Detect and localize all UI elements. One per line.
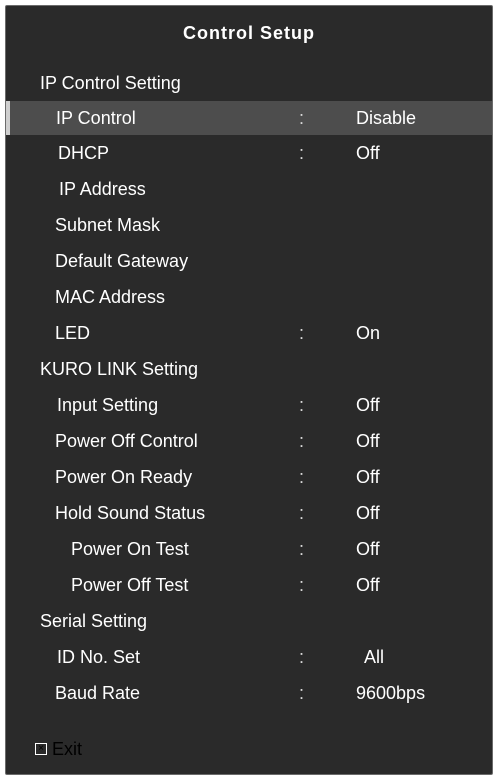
menu-item-power-on-test[interactable]: Power On Test : Off — [6, 532, 492, 566]
menu-item-value: On — [356, 323, 381, 343]
menu-item-ip-address[interactable]: IP Address — [6, 172, 492, 206]
menu-item-label: Power On Test — [71, 539, 189, 559]
separator: : — [299, 108, 305, 128]
separator: : — [299, 467, 305, 487]
menu-item-value: Off — [356, 143, 380, 163]
menu-item-id-no-set[interactable]: ID No. Set : All — [6, 640, 492, 674]
menu-item-label: DHCP — [58, 143, 110, 163]
menu-item-label: ID No. Set — [57, 647, 141, 667]
section-kuro-link-setting: KURO LINK Setting — [6, 352, 492, 386]
menu-item-label: IP Control — [56, 108, 136, 128]
menu-item-input-setting[interactable]: Input Setting : Off — [6, 388, 492, 422]
menu-item-label: Hold Sound Status — [55, 503, 206, 523]
section-label: Serial Setting — [40, 611, 148, 631]
control-setup-panel: Control Setup IP Control Setting IP Cont… — [5, 5, 493, 775]
menu-item-label: Power Off Control — [55, 431, 198, 451]
menu-item-value: Disable — [356, 108, 417, 128]
menu-item-power-on-ready[interactable]: Power On Ready : Off — [6, 460, 492, 494]
menu-item-label: MAC Address — [55, 287, 166, 307]
section-label: KURO LINK Setting — [40, 359, 199, 379]
menu-item-power-off-test[interactable]: Power Off Test : Off — [6, 568, 492, 602]
separator: : — [299, 323, 305, 343]
separator: : — [299, 395, 305, 415]
exit-button[interactable]: × Exit — [35, 738, 82, 760]
separator: : — [299, 575, 305, 595]
exit-label: Exit — [52, 739, 83, 759]
menu-item-value: Off — [356, 539, 380, 559]
menu-item-label: LED — [55, 323, 91, 343]
menu-item-label: Power On Ready — [55, 467, 193, 487]
section-label: IP Control Setting — [40, 73, 181, 93]
menu-item-value: 9600bps — [356, 683, 426, 703]
menu-item-subnet-mask[interactable]: Subnet Mask — [6, 208, 492, 242]
menu-item-value: Off — [356, 503, 380, 523]
menu-item-led[interactable]: LED : On — [6, 316, 492, 350]
menu-item-mac-address[interactable]: MAC Address — [6, 280, 492, 314]
menu-item-value: Off — [356, 395, 380, 415]
menu-item-label: Baud Rate — [55, 683, 141, 703]
menu-item-value: Off — [356, 575, 380, 595]
section-ip-control-setting: IP Control Setting — [6, 66, 492, 100]
menu-item-label: Default Gateway — [55, 251, 189, 271]
panel-title: Control Setup — [183, 23, 315, 43]
menu-item-dhcp[interactable]: DHCP : Off — [6, 136, 492, 170]
menu-item-default-gateway[interactable]: Default Gateway — [6, 244, 492, 278]
separator: : — [299, 683, 305, 703]
menu-item-baud-rate[interactable]: Baud Rate : 9600bps — [6, 676, 492, 710]
separator: : — [299, 647, 305, 667]
menu-item-value: Off — [356, 467, 380, 487]
menu-item-value: Off — [356, 431, 380, 451]
separator: : — [299, 539, 305, 559]
section-serial-setting: Serial Setting — [6, 604, 492, 638]
menu-item-label: Input Setting — [57, 395, 159, 415]
menu-item-label: IP Address — [59, 179, 146, 199]
menu-item-ip-control[interactable]: IP Control : Disable — [6, 101, 492, 135]
menu-item-value: All — [364, 647, 385, 667]
menu-item-label: Subnet Mask — [55, 215, 161, 235]
menu-item-power-off-control[interactable]: Power Off Control : Off — [6, 424, 492, 458]
close-box-icon: × — [35, 743, 47, 755]
separator: : — [299, 431, 305, 451]
separator: : — [299, 503, 305, 523]
separator: : — [299, 143, 305, 163]
menu-item-label: Power Off Test — [71, 575, 189, 595]
menu-item-hold-sound-status[interactable]: Hold Sound Status : Off — [6, 496, 492, 530]
